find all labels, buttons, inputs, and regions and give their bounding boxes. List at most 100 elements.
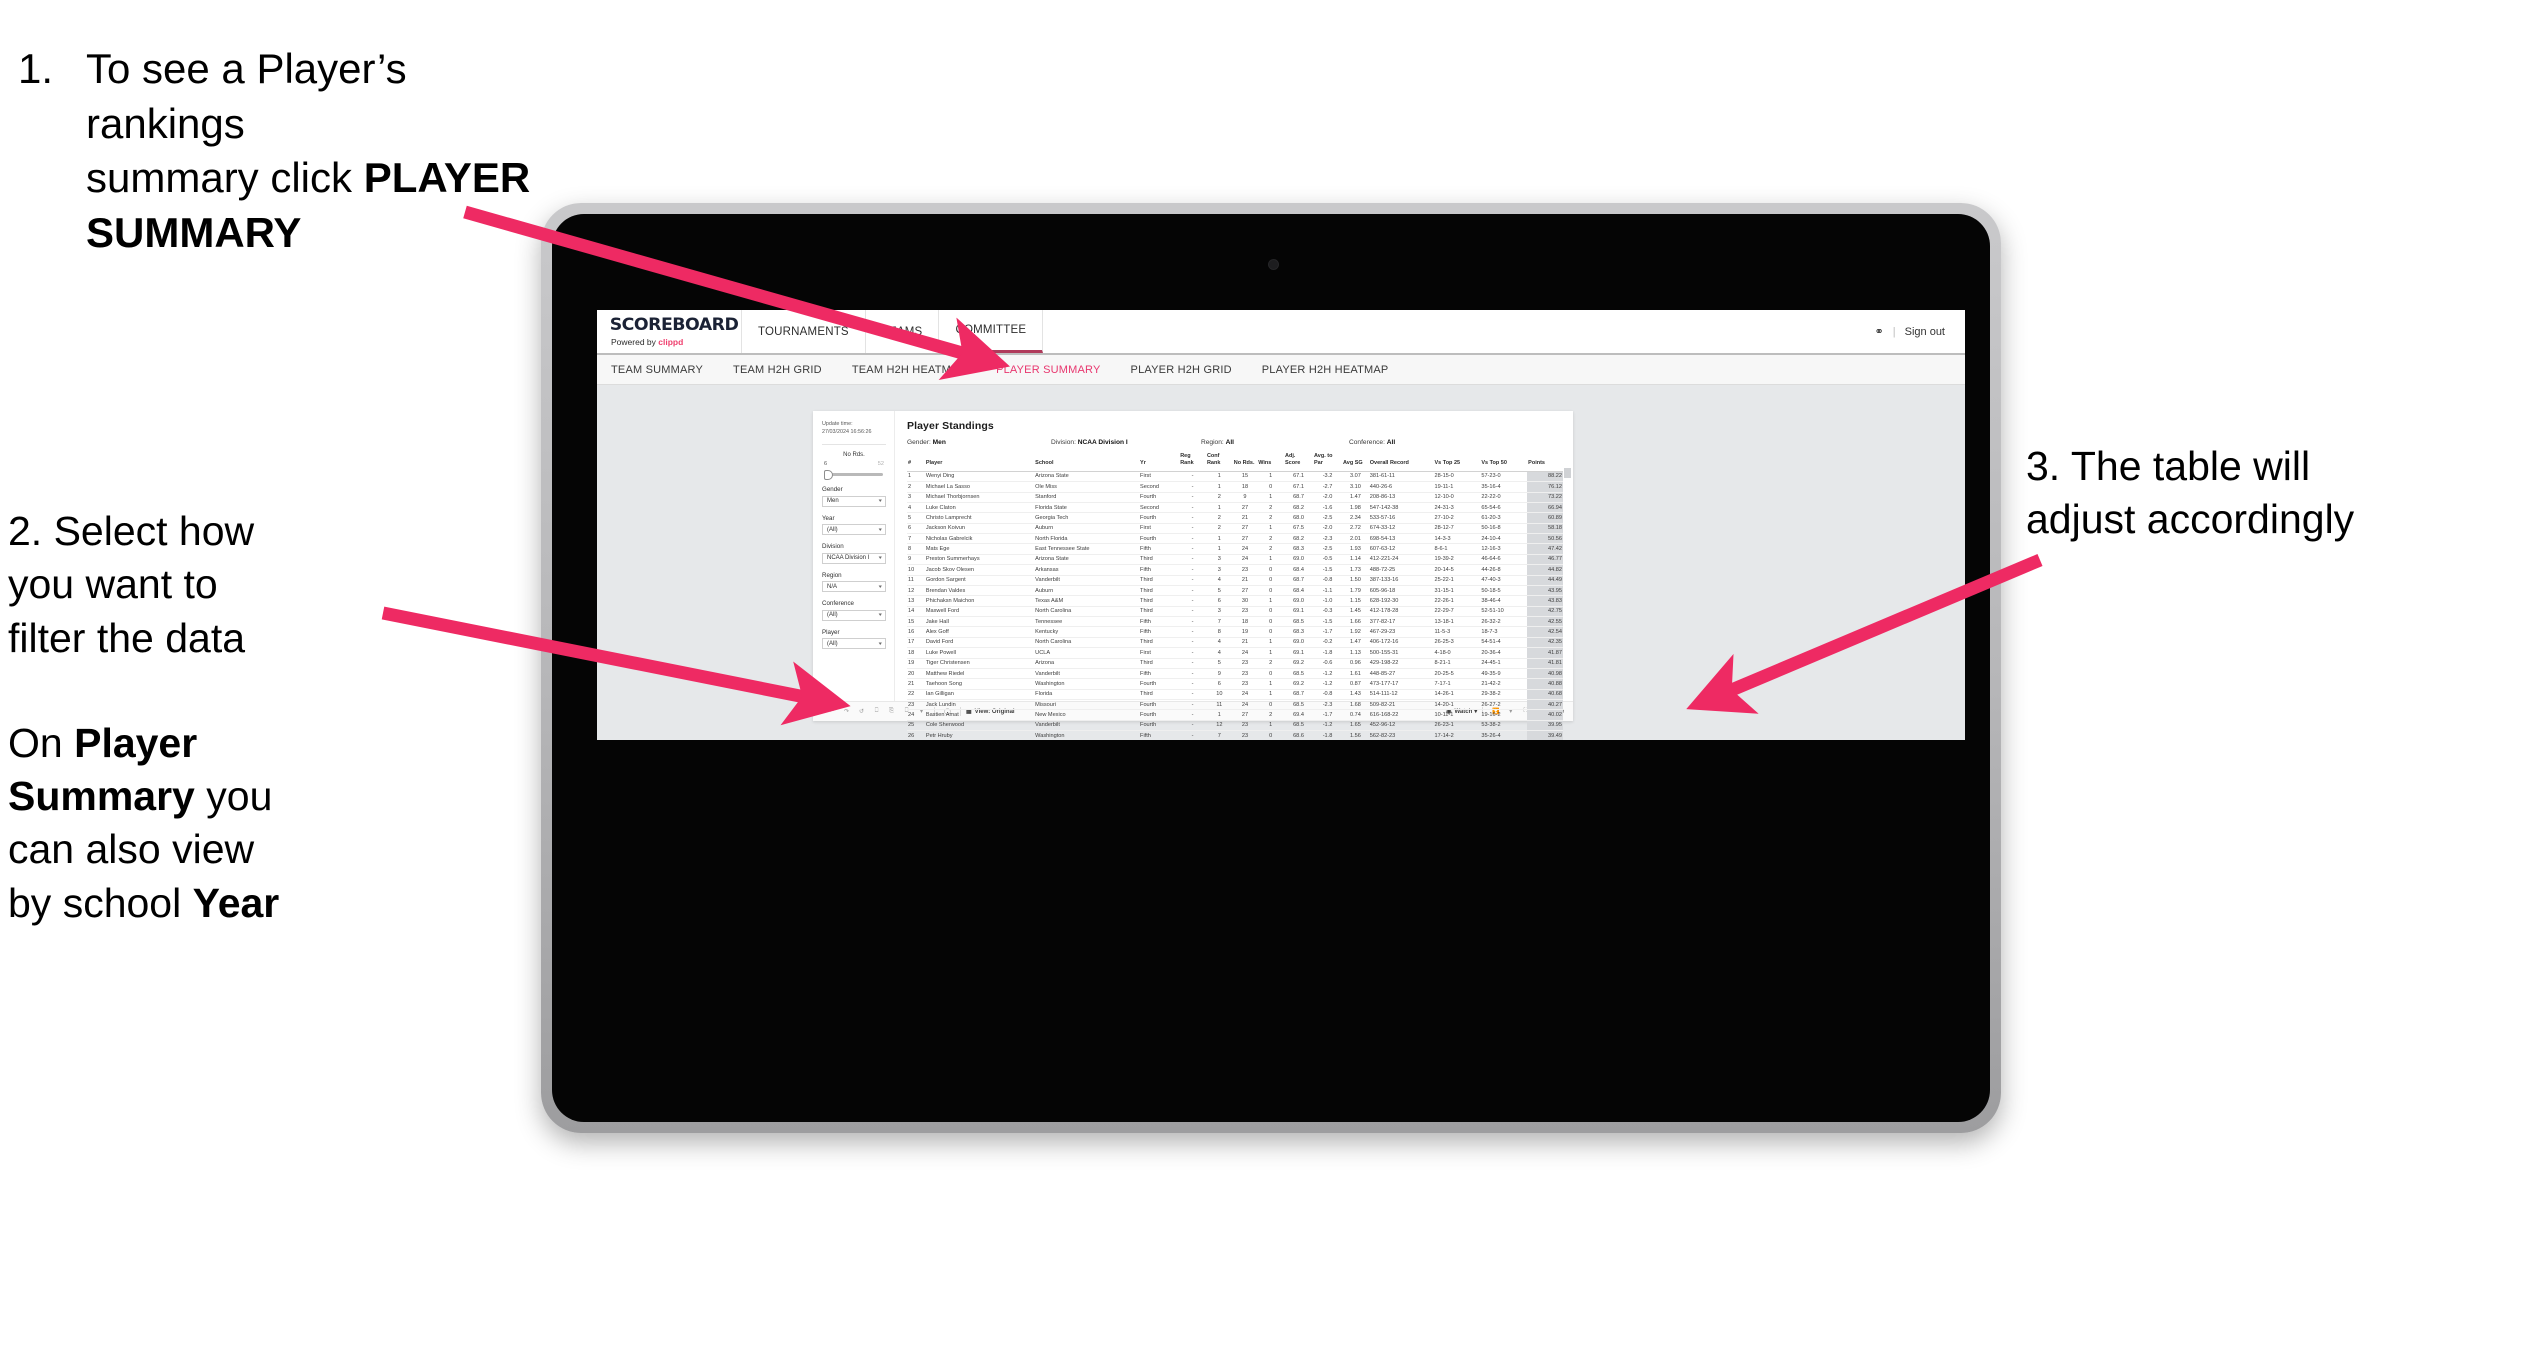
- tablet-device-mockup: SCOREBOARD Powered by clippd TOURNAMENTS…: [541, 203, 2001, 1133]
- chevron-down-icon: ▾: [879, 640, 883, 647]
- filter-year-select[interactable]: (All) ▾: [822, 524, 886, 536]
- table-row[interactable]: 13 Phichaksn Maichon Texas A&M Third -6 30 1 69…: [907, 595, 1563, 607]
- col-conf-rank[interactable]: Conf Rank: [1205, 453, 1233, 472]
- col-rank[interactable]: #: [907, 453, 925, 472]
- cell-wins: 2: [1257, 512, 1285, 524]
- cell-vs-top-25: 7-17-1: [1433, 678, 1481, 690]
- table-row[interactable]: 11 Gordon Sargent Vanderbilt Third -4 21 0 68.7…: [907, 575, 1563, 586]
- undo-icon[interactable]: ↶: [824, 708, 839, 715]
- table-scrollbar[interactable]: [1564, 468, 1571, 478]
- cell-points: 42.55: [1527, 616, 1563, 628]
- col-avg-sg[interactable]: Avg SG: [1342, 453, 1369, 472]
- filter-gender-value: Men: [827, 498, 839, 505]
- filter-gender-select[interactable]: Men ▾: [822, 495, 886, 507]
- pause-refresh-icon[interactable]: ⎘: [884, 708, 899, 715]
- tab-team-summary[interactable]: TEAM SUMMARY: [611, 364, 721, 376]
- cell-rank: 18: [907, 647, 925, 659]
- cell-avg-sg: 1.45: [1342, 606, 1369, 618]
- nav-item-tournaments[interactable]: TOURNAMENTS: [742, 310, 866, 353]
- tab-team-h2h-heatmap[interactable]: TEAM H2H HEATMAP: [852, 364, 984, 376]
- filter-conference-value: (All): [827, 612, 838, 619]
- cell-adj-score: 67.1: [1284, 481, 1314, 493]
- table-row[interactable]: 20 Matthew Riedel Vanderbilt Fifth -9 23 0 68.5…: [907, 668, 1563, 680]
- col-no-rds[interactable]: No Rds.: [1232, 453, 1258, 472]
- table-row[interactable]: 17 David Ford North Carolina Third -4 21 1 69.0…: [907, 637, 1563, 649]
- revert-icon[interactable]: ↺: [854, 708, 869, 715]
- cell-overall-record: 628-192-30: [1368, 595, 1434, 607]
- cell-no-rds: 23: [1232, 730, 1258, 740]
- chevron-down-icon: ▾: [879, 498, 883, 505]
- cell-yr: First: [1139, 647, 1180, 659]
- slider-handle[interactable]: [824, 470, 833, 481]
- no-rounds-slider[interactable]: [823, 469, 885, 481]
- redo-icon[interactable]: ↷: [839, 708, 854, 715]
- table-row[interactable]: 6 Jackson Koivun Auburn First -2 27 1 67.5 -2.0 2…: [907, 523, 1563, 535]
- table-row[interactable]: 3 Michael Thorbjornsen Stanford Fourth -2 9 1 6…: [907, 492, 1563, 503]
- table-row[interactable]: 12 Brendan Valdes Auburn Third -5 27 0 68.4 -1.1…: [907, 585, 1563, 597]
- col-avg-to-par[interactable]: Avg. to Par: [1313, 453, 1343, 472]
- cell-overall-record: 452-96-12: [1368, 720, 1434, 732]
- table-row[interactable]: 19 Tiger Christensen Arizona Third -5 23 2 69.2…: [907, 658, 1563, 669]
- cell-rank: 6: [907, 523, 925, 535]
- user-icon[interactable]: ⚭: [1875, 325, 1884, 338]
- sign-out-link[interactable]: Sign out: [1905, 326, 1945, 338]
- cell-adj-score: 69.0: [1284, 595, 1314, 607]
- col-player[interactable]: Player: [924, 453, 1035, 472]
- cell-player: Christo Lamprecht: [924, 512, 1035, 524]
- refresh-data-icon[interactable]: ⎕: [869, 708, 884, 715]
- col-wins[interactable]: Wins: [1257, 453, 1285, 472]
- table-row[interactable]: 25 Cole Sherwood Vanderbilt Fourth -12 23 1 68.…: [907, 720, 1563, 732]
- cell-rank: 3: [907, 492, 925, 503]
- col-yr[interactable]: Yr: [1139, 453, 1180, 472]
- cell-school: Auburn: [1034, 523, 1140, 535]
- table-row[interactable]: 7 Nicholas Gabrelcik North Florida Fourth -1…: [907, 533, 1563, 545]
- col-adj-score[interactable]: Adj. Score: [1284, 453, 1314, 472]
- table-row[interactable]: 23 Jack Lundin Missouri Fourth -11 24 0 68.5 -2.…: [907, 699, 1563, 711]
- brand-logo: SCOREBOARD Powered by clippd: [597, 310, 742, 353]
- tab-player-h2h-heatmap[interactable]: PLAYER H2H HEATMAP: [1262, 364, 1407, 376]
- tab-player-summary[interactable]: PLAYER SUMMARY: [996, 364, 1118, 376]
- filter-conference-select[interactable]: (All) ▾: [822, 609, 886, 621]
- table-row[interactable]: 21 Taehoon Song Washington Fourth -6 23 1 69.2-…: [907, 678, 1563, 690]
- cell-school: Washington: [1034, 730, 1140, 740]
- table-row[interactable]: 16 Alex Goff Kentucky Fifth -8 19 0 68.3 -1.7 1.9…: [907, 626, 1563, 638]
- table-row[interactable]: 2 Michael La Sasso Ole Miss Second -1 18 0 67.1…: [907, 481, 1563, 493]
- tab-player-h2h-grid[interactable]: PLAYER H2H GRID: [1131, 364, 1250, 376]
- cell-wins: 0: [1257, 668, 1285, 680]
- nav-item-teams[interactable]: TEAMS: [866, 310, 940, 353]
- col-overall-record[interactable]: Overall Record: [1368, 453, 1434, 472]
- cell-avg-to-par: -1.2: [1313, 720, 1343, 732]
- cell-school: East Tennessee State: [1034, 543, 1140, 555]
- table-row[interactable]: 1 Wenyi Ding Arizona State First -1 15 1 67.1 -3…: [907, 471, 1563, 483]
- filter-region-select[interactable]: N/A ▾: [822, 581, 886, 593]
- col-points[interactable]: Points: [1527, 453, 1563, 472]
- filter-player-select[interactable]: (All) ▾: [822, 638, 886, 650]
- step-3-line-1: 3. The table will: [2026, 443, 2311, 489]
- tab-team-h2h-grid[interactable]: TEAM H2H GRID: [733, 364, 840, 376]
- sub-navigation: TEAM SUMMARY TEAM H2H GRID TEAM H2H HEAT…: [597, 355, 1965, 385]
- col-school[interactable]: School: [1034, 453, 1140, 472]
- cell-no-rds: 21: [1232, 637, 1258, 649]
- filter-division-select[interactable]: NCAA Division I ▾: [822, 552, 886, 564]
- col-vs-top-25[interactable]: Vs Top 25: [1433, 453, 1481, 472]
- table-row[interactable]: 14 Maxwell Ford North Carolina Third -3 23 0 69…: [907, 606, 1563, 618]
- table-row[interactable]: 24 Bastien Amat New Mexico Fourth -1 27 2 69.4-…: [907, 709, 1563, 721]
- cell-reg-rank: -: [1179, 699, 1206, 711]
- table-row[interactable]: 10 Jacob Skov Olesen Arkansas Fifth -3 23 0 68.…: [907, 564, 1563, 576]
- cell-points: 58.18: [1527, 523, 1563, 535]
- cell-conf-rank: 1: [1205, 533, 1233, 545]
- table-row[interactable]: 22 Ian Gilligan Florida Third -10 24 1 68.7 -0.8…: [907, 689, 1563, 701]
- table-row[interactable]: 18 Luke Powell UCLA First -4 24 1 69.1 -1.8 1.13 5…: [907, 647, 1563, 659]
- nav-item-committee[interactable]: COMMITTEE: [939, 310, 1044, 353]
- table-row[interactable]: 26 Petr Hruby Washington Fifth -7 23 0 68.6 -1.8…: [907, 730, 1563, 740]
- table-row[interactable]: 4 Luke Claton Florida State Second -1 27 2 68.2…: [907, 502, 1563, 514]
- col-vs-top-50[interactable]: Vs Top 50: [1480, 453, 1528, 472]
- table-row[interactable]: 9 Preston Summerhays Arizona State Third -3 2…: [907, 554, 1563, 566]
- table-row[interactable]: 15 Jake Hall Tennessee Fifth -7 18 0 68.5 -1.5 1.…: [907, 616, 1563, 628]
- table-row[interactable]: 8 Mats Ege East Tennessee State Fifth -1 24 2 6…: [907, 543, 1563, 555]
- col-reg-rank[interactable]: Reg Rank: [1179, 453, 1206, 472]
- cell-avg-to-par: -1.5: [1313, 564, 1343, 576]
- table-row[interactable]: 5 Christo Lamprecht Georgia Tech Fourth -2 21…: [907, 512, 1563, 524]
- cell-conf-rank: 3: [1205, 564, 1233, 576]
- cell-points: 39.49: [1527, 730, 1563, 740]
